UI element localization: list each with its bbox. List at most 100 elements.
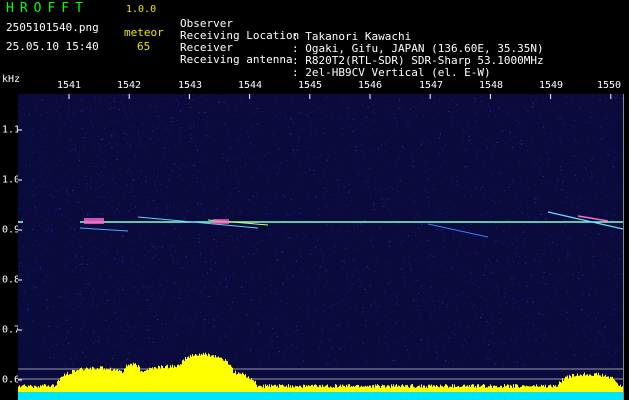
noise-speck — [223, 122, 225, 124]
noise-speck — [285, 361, 287, 363]
noise-speck — [219, 101, 221, 103]
noise-speck — [455, 310, 457, 311]
noise-speck — [559, 117, 561, 119]
noise-speck — [517, 307, 519, 308]
noise-speck — [243, 294, 245, 296]
noise-speck — [132, 270, 134, 272]
level-bar — [621, 387, 622, 392]
noise-speck — [291, 98, 293, 100]
noise-speck — [126, 133, 128, 135]
noise-speck — [156, 176, 158, 177]
noise-speck — [313, 111, 315, 113]
noise-speck — [312, 325, 314, 327]
noise-speck — [513, 329, 515, 331]
noise-speck — [105, 303, 107, 305]
noise-speck — [59, 113, 61, 114]
level-bar — [181, 364, 182, 392]
noise-speck — [41, 146, 43, 148]
noise-speck — [518, 161, 520, 162]
level-bar — [48, 385, 49, 392]
noise-speck — [608, 353, 610, 355]
noise-speck — [125, 145, 126, 147]
noise-speck — [569, 139, 571, 141]
noise-speck — [122, 289, 124, 291]
noise-speck — [378, 338, 380, 340]
noise-speck — [170, 307, 171, 309]
noise-speck — [489, 341, 491, 343]
noise-speck — [589, 287, 591, 289]
level-bar — [273, 385, 274, 392]
level-bar — [177, 364, 178, 392]
level-bar — [62, 376, 63, 392]
noise-speck — [371, 287, 372, 289]
level-bar — [568, 378, 569, 392]
noise-speck — [368, 168, 370, 170]
noise-speck — [250, 127, 252, 129]
level-bar — [61, 376, 62, 392]
noise-speck — [52, 356, 54, 358]
level-bar — [412, 384, 413, 392]
noise-speck — [302, 333, 304, 335]
level-bar — [57, 381, 58, 392]
noise-speck — [163, 362, 165, 363]
noise-speck — [286, 159, 288, 161]
noise-speck — [73, 174, 75, 176]
noise-speck — [568, 238, 570, 240]
noise-speck — [231, 239, 233, 241]
noise-speck — [130, 248, 132, 250]
noise-speck — [31, 343, 33, 345]
level-bar — [334, 387, 335, 392]
noise-speck — [179, 174, 180, 176]
noise-speck — [259, 166, 261, 168]
noise-speck — [417, 309, 419, 311]
noise-speck — [200, 181, 202, 183]
noise-speck — [444, 144, 446, 146]
noise-speck — [267, 214, 269, 216]
noise-speck — [463, 227, 465, 229]
noise-speck — [142, 301, 144, 303]
noise-speck — [338, 116, 340, 118]
noise-speck — [93, 331, 95, 333]
noise-speck — [406, 123, 408, 125]
level-bar — [92, 366, 93, 392]
noise-speck — [114, 107, 116, 109]
noise-speck — [73, 215, 75, 217]
noise-speck — [103, 213, 105, 215]
noise-speck — [412, 166, 414, 168]
noise-speck — [207, 272, 208, 274]
noise-speck — [127, 323, 129, 325]
noise-speck — [318, 214, 320, 216]
noise-speck — [357, 223, 359, 225]
noise-speck — [281, 242, 283, 244]
noise-speck — [257, 322, 259, 324]
noise-speck — [362, 311, 363, 313]
level-bar — [509, 387, 510, 392]
x-tick-label: 1542 — [116, 80, 142, 91]
noise-speck — [389, 241, 391, 242]
noise-speck — [511, 264, 513, 265]
level-bar — [216, 357, 217, 392]
noise-speck — [333, 173, 335, 175]
noise-speck — [527, 301, 528, 303]
level-bar — [496, 385, 497, 392]
noise-speck — [276, 287, 278, 289]
level-bar — [406, 385, 407, 392]
noise-speck — [41, 326, 43, 328]
noise-speck — [196, 149, 198, 151]
noise-speck — [318, 277, 320, 278]
noise-speck — [419, 215, 421, 217]
level-bar — [112, 370, 113, 392]
noise-speck — [172, 257, 174, 259]
noise-speck — [590, 174, 592, 176]
level-bar — [584, 372, 585, 392]
noise-speck — [174, 163, 176, 165]
noise-speck — [496, 286, 498, 288]
noise-speck — [413, 228, 414, 230]
level-bar — [183, 359, 184, 392]
noise-speck — [319, 154, 321, 156]
noise-speck — [193, 123, 195, 125]
noise-speck — [180, 94, 182, 96]
noise-speck — [86, 263, 88, 265]
noise-speck — [246, 345, 248, 347]
level-bar — [613, 379, 614, 392]
